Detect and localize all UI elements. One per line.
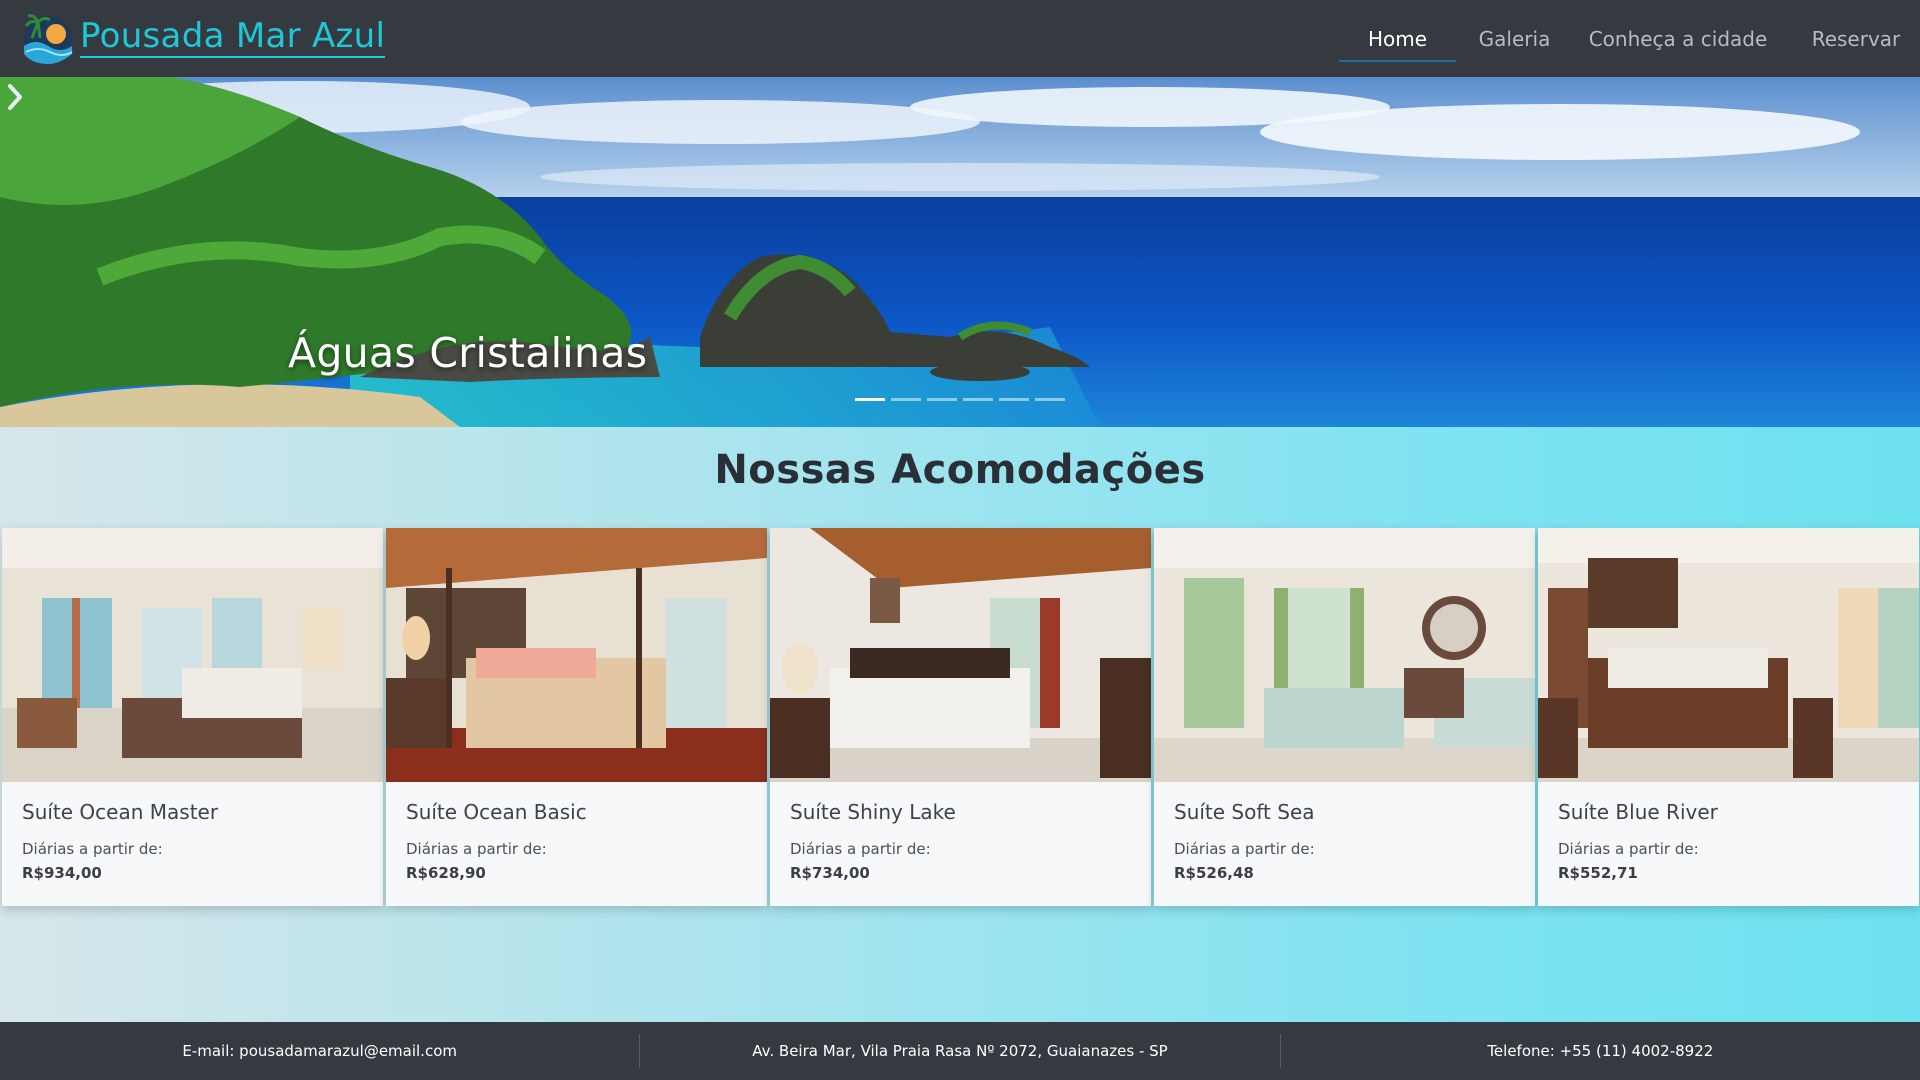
suite-card[interactable]: Suíte Shiny Lake Diárias a partir de: R$… — [770, 528, 1151, 906]
carousel-indicator[interactable] — [855, 398, 885, 401]
suite-photo — [2, 528, 383, 782]
suite-card[interactable]: Suíte Soft Sea Diárias a partir de: R$52… — [1154, 528, 1535, 906]
navbar: Pousada Mar Azul Home Galeria Conheça a … — [0, 0, 1920, 77]
footer-phone: Telefone: +55 (11) 4002-8922 — [1279, 1034, 1920, 1068]
nav-conheca-a-cidade[interactable]: Conheça a cidade — [1573, 0, 1783, 77]
footer-address: Av. Beira Mar, Vila Praia Rasa Nº 2072, … — [639, 1034, 1279, 1068]
suite-price: R$628,90 — [406, 864, 486, 882]
price-label: Diárias a partir de: — [1174, 840, 1315, 858]
card-list: Suíte Ocean Master Diárias a partir de: … — [2, 528, 1919, 906]
brand[interactable]: Pousada Mar Azul — [18, 10, 386, 68]
suite-photo — [770, 528, 1151, 782]
nav-home[interactable]: Home — [1339, 0, 1456, 77]
price-label: Diárias a partir de: — [1558, 840, 1699, 858]
carousel-indicator[interactable] — [1035, 398, 1065, 401]
suite-title: Suíte Soft Sea — [1174, 800, 1315, 824]
section-title: Nossas Acomodações — [714, 447, 1206, 493]
suite-photo — [386, 528, 767, 782]
price-label: Diárias a partir de: — [790, 840, 931, 858]
hero-carousel: Águas Cristalinas — [0, 77, 1920, 427]
footer: E-mail: pousadamarazul@email.com Av. Bei… — [0, 1022, 1920, 1080]
suite-price: R$526,48 — [1174, 864, 1254, 882]
suite-title: Suíte Blue River — [1558, 800, 1718, 824]
suite-card[interactable]: Suíte Ocean Basic Diárias a partir de: R… — [386, 528, 767, 906]
suite-photo — [1154, 528, 1535, 782]
footer-email: E-mail: pousadamarazul@email.com — [182, 1042, 457, 1060]
carousel-indicator[interactable] — [963, 398, 993, 401]
suite-title: Suíte Shiny Lake — [790, 800, 956, 824]
suite-price: R$552,71 — [1558, 864, 1638, 882]
carousel-indicator[interactable] — [999, 398, 1029, 401]
suite-photo — [1538, 528, 1919, 782]
suite-price: R$934,00 — [22, 864, 102, 882]
suite-price: R$734,00 — [790, 864, 870, 882]
price-label: Diárias a partir de: — [22, 840, 163, 858]
nav-reservar[interactable]: Reservar — [1792, 0, 1920, 77]
sun-wave-logo-icon — [24, 13, 73, 64]
carousel-indicator[interactable] — [891, 398, 921, 401]
brand-name[interactable]: Pousada Mar Azul — [80, 18, 386, 59]
main-nav: Home Galeria Conheça a cidade Reservar — [1339, 0, 1920, 77]
carousel-indicator[interactable] — [927, 398, 957, 401]
accommodations-section: Nossas Acomodações Suíte Ocean Master Di… — [0, 427, 1920, 1022]
carousel-indicators — [855, 398, 1065, 401]
suite-title: Suíte Ocean Master — [22, 800, 219, 824]
nav-galeria[interactable]: Galeria — [1465, 0, 1564, 77]
chevron-right-icon[interactable] — [0, 77, 30, 117]
suite-title: Suíte Ocean Basic — [406, 800, 587, 824]
suite-card[interactable]: Suíte Blue River Diárias a partir de: R$… — [1538, 528, 1919, 906]
price-label: Diárias a partir de: — [406, 840, 547, 858]
suite-card[interactable]: Suíte Ocean Master Diárias a partir de: … — [2, 528, 383, 906]
hero-caption: Águas Cristalinas — [288, 329, 648, 377]
